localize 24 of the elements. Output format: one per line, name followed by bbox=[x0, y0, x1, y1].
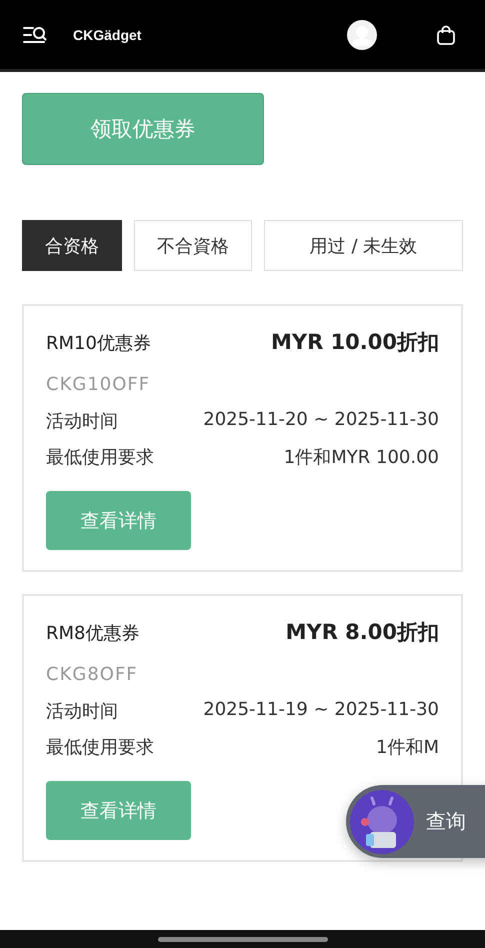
bot-avatar-icon bbox=[350, 790, 414, 854]
detail-label: 活动时间 bbox=[46, 700, 118, 723]
discount-amount: MYR 10.00折扣 bbox=[270, 329, 439, 356]
avatar-icon[interactable] bbox=[347, 20, 377, 50]
detail-value: 1件和M bbox=[376, 736, 439, 759]
filter-tab[interactable]: 不合資格 bbox=[134, 220, 252, 271]
shopping-bag-icon[interactable] bbox=[437, 24, 455, 44]
coupon-code: CKG8OFF bbox=[46, 664, 139, 685]
detail-label: 最低使用要求 bbox=[46, 446, 154, 469]
coupon-code: CKG10OFF bbox=[46, 374, 152, 395]
coupon-name: RM10优惠券 bbox=[46, 332, 151, 355]
brand-logo[interactable]: CKGädget bbox=[73, 26, 142, 42]
menu-search-icon[interactable] bbox=[23, 26, 47, 44]
filter-tab[interactable]: 用过 / 未生效 bbox=[264, 220, 463, 271]
discount-amount: MYR 8.00折扣 bbox=[286, 619, 439, 646]
detail-value: 2025-11-20 ~ 2025-11-30 bbox=[203, 409, 439, 432]
detail-label: 最低使用要求 bbox=[46, 736, 154, 759]
filter-tab[interactable]: 合资格 bbox=[22, 220, 122, 271]
chat-button[interactable]: 查询 bbox=[346, 785, 485, 858]
detail-value: 2025-11-19 ~ 2025-11-30 bbox=[203, 699, 439, 722]
detail-label: 活动时间 bbox=[46, 410, 118, 433]
detail-value: 1件和MYR 100.00 bbox=[284, 446, 439, 469]
coupon-name: RM8优惠券 bbox=[46, 622, 140, 645]
home-indicator[interactable] bbox=[158, 936, 328, 942]
